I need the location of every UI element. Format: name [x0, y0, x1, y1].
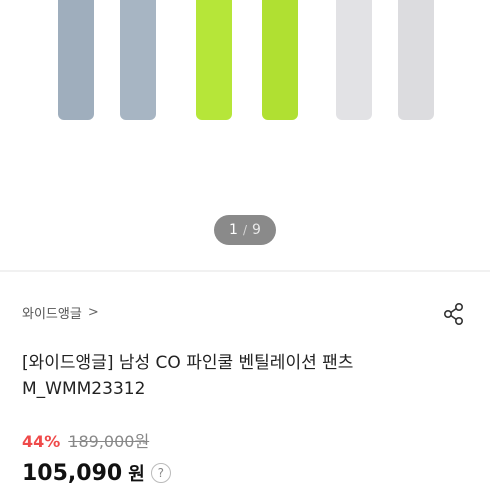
pants-image-white-leg	[398, 0, 438, 120]
brand-link[interactable]: 와이드앵글 >	[22, 300, 99, 324]
currency-unit: 원	[128, 464, 145, 485]
pants-image-grey	[58, 0, 98, 120]
pants-image-white	[336, 0, 376, 120]
pager-separator: /	[242, 223, 248, 237]
pager-current: 1	[229, 222, 238, 238]
pants-image-lime	[196, 0, 236, 120]
brand-name: 와이드앵글	[22, 306, 82, 322]
product-title-line2: M_WMM23312	[22, 379, 146, 399]
chevron-right-icon: >	[87, 304, 99, 320]
original-price: 189,000원	[68, 432, 150, 451]
help-icon[interactable]: ?	[150, 463, 171, 483]
section-divider	[0, 270, 490, 272]
product-title: [와이드앵글] 남성 CO 파인쿨 벤틸레이션 팬츠 M_WMM23312	[22, 350, 462, 402]
final-price-row: 105,090 원 ?	[22, 460, 171, 486]
share-button[interactable]	[440, 300, 468, 328]
product-title-line1: [와이드앵글] 남성 CO 파인쿨 벤틸레이션 팬츠	[22, 353, 354, 373]
discount-rate: 44%	[22, 432, 61, 451]
pager-total: 9	[252, 222, 261, 238]
share-icon	[443, 302, 464, 326]
final-price: 105,090	[22, 460, 123, 486]
product-image-gallery[interactable]: 1 / 9	[0, 0, 490, 270]
price-discount-row: 44% 189,000원	[22, 428, 149, 452]
image-pager: 1 / 9	[214, 215, 276, 245]
pants-image-grey-leg	[120, 0, 160, 120]
pants-image-lime-leg	[262, 0, 302, 120]
